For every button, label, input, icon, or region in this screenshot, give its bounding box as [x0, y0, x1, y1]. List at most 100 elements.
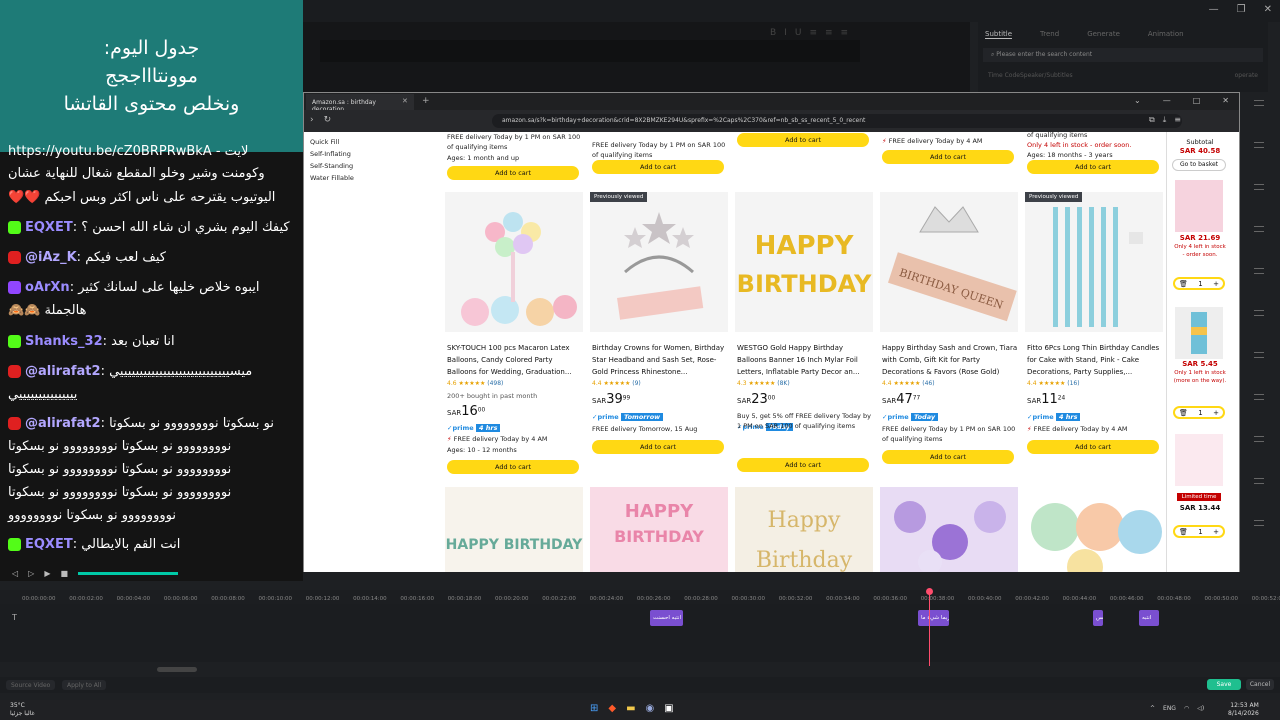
menu-icon[interactable]	[1254, 142, 1264, 148]
chevron-up-icon[interactable]: ^	[1150, 705, 1155, 712]
maximize-icon[interactable]: □	[1193, 96, 1201, 105]
product-image[interactable]: HAPPY BIRTHDAY	[735, 192, 873, 332]
underline-icon[interactable]: U	[795, 28, 802, 38]
next-frame-icon[interactable]: ▷	[28, 569, 34, 578]
new-tab-icon[interactable]: +	[422, 96, 430, 106]
subtitle-clip[interactable]: انتبه احسنت	[650, 610, 683, 626]
save-button[interactable]: Save	[1207, 679, 1241, 690]
plus-icon[interactable]: +	[1213, 280, 1219, 288]
product-image[interactable]: Previously viewed	[1025, 192, 1163, 332]
add-to-cart-button[interactable]: Add to cart	[882, 450, 1014, 464]
add-to-cart-button[interactable]: Add to cart	[592, 160, 724, 174]
browser-tab[interactable]: Amazon.sa : birthday decoration	[306, 94, 414, 113]
clock[interactable]: 12:53 AM 8/14/2026	[1228, 702, 1259, 718]
menu-icon[interactable]	[1254, 352, 1264, 358]
minimize-icon[interactable]: —	[1209, 4, 1219, 15]
timeline-scrollbar[interactable]	[157, 667, 197, 672]
italic-icon[interactable]: I	[784, 28, 787, 38]
tab-animation[interactable]: Animation	[1148, 30, 1184, 39]
quantity-stepper[interactable]: 🗑 1 +	[1173, 406, 1225, 419]
product-title[interactable]: Fitto 6Pcs Long Thin Birthday Candles fo…	[1027, 342, 1163, 378]
volume-icon[interactable]: ◁)	[1197, 705, 1204, 712]
trash-icon[interactable]: 🗑	[1179, 280, 1188, 288]
product-title[interactable]: Happy Birthday Sash and Crown, Tiara wit…	[882, 342, 1018, 378]
cart-item-image[interactable]	[1175, 434, 1223, 486]
forward-icon[interactable]: ›	[310, 115, 314, 125]
filter-option[interactable]: Self-Inflating	[310, 148, 354, 160]
app-icon[interactable]: ▣	[664, 703, 673, 714]
product-image[interactable]: HAPPY BIRTHDAY	[445, 487, 583, 572]
cart-item-image[interactable]	[1175, 307, 1223, 359]
language-indicator[interactable]: ENG	[1163, 705, 1176, 712]
add-to-cart-button[interactable]: Add to cart	[882, 150, 1014, 164]
product-title[interactable]: Birthday Crowns for Women, Birthday Star…	[592, 342, 728, 378]
menu-icon[interactable]	[1254, 310, 1264, 316]
play-icon[interactable]: ▶	[44, 569, 50, 578]
close-icon[interactable]: ✕	[1222, 96, 1229, 105]
steam-icon[interactable]: ◉	[646, 703, 655, 714]
brave-icon[interactable]: ◆	[608, 703, 616, 714]
subtitle-clip[interactable]: ربما شيء ما	[918, 610, 949, 626]
stop-icon[interactable]: ■	[60, 569, 68, 578]
volume-slider[interactable]	[78, 572, 178, 575]
menu-icon[interactable]	[1254, 226, 1264, 232]
product-image[interactable]	[880, 487, 1018, 572]
tab-generate[interactable]: Generate	[1087, 30, 1120, 39]
cart-item-image[interactable]	[1175, 180, 1223, 232]
trash-icon[interactable]: 🗑	[1179, 528, 1188, 536]
add-to-cart-button[interactable]: Add to cart	[1027, 440, 1159, 454]
align-center-icon[interactable]: ≡	[825, 28, 833, 38]
align-left-icon[interactable]: ≡	[809, 28, 817, 38]
tab-subtitle[interactable]: Subtitle	[985, 30, 1013, 39]
reload-icon[interactable]: ↻	[324, 115, 332, 125]
windows-start-icon[interactable]: ⊞	[590, 703, 598, 714]
filter-option[interactable]: Quick Fill	[310, 136, 354, 148]
download-icon[interactable]: ⤓	[1163, 115, 1167, 125]
prev-frame-icon[interactable]: ◁	[12, 569, 18, 578]
menu-icon[interactable]: ≡	[1174, 115, 1181, 125]
product-image[interactable]: BIRTHDAY QUEEN	[880, 192, 1018, 332]
tab-trend[interactable]: Trend	[1040, 30, 1059, 39]
menu-icon[interactable]	[1254, 394, 1264, 400]
url-field[interactable]: amazon.sa/s?k=birthday+decoration&crid=8…	[492, 114, 1182, 128]
playhead-handle[interactable]	[926, 588, 933, 595]
add-to-cart-button[interactable]: Add to cart	[447, 460, 579, 474]
weather-widget[interactable]: 35°C غالبا جزئيا	[10, 702, 35, 718]
menu-icon[interactable]	[1254, 478, 1264, 484]
puzzle-icon[interactable]: ⧉	[1149, 115, 1155, 125]
product-image[interactable]	[445, 192, 583, 332]
quantity-stepper[interactable]: 🗑 1 +	[1173, 277, 1225, 290]
menu-icon[interactable]	[1254, 520, 1264, 526]
trash-icon[interactable]: 🗑	[1179, 409, 1188, 417]
maximize-icon[interactable]: ❐	[1237, 4, 1246, 15]
chevron-down-icon[interactable]: ⌄	[1134, 96, 1141, 105]
plus-icon[interactable]: +	[1213, 528, 1219, 536]
add-to-cart-button[interactable]: Add to cart	[592, 440, 724, 454]
menu-icon[interactable]	[1254, 436, 1264, 442]
playhead[interactable]	[929, 590, 930, 666]
close-tab-icon[interactable]: ✕	[402, 97, 408, 105]
filter-option[interactable]: Water Fillable	[310, 172, 354, 184]
menu-icon[interactable]	[1254, 100, 1264, 106]
subtitle-clip[interactable]: بس	[1093, 610, 1103, 626]
add-to-cart-button[interactable]: Add to cart	[737, 133, 869, 147]
add-to-cart-button[interactable]: Add to cart	[447, 166, 579, 180]
product-title[interactable]: SKY-TOUCH 100 pcs Macaron Latex Balloons…	[447, 342, 583, 378]
cancel-button[interactable]: Cancel	[1246, 679, 1274, 690]
filter-option[interactable]: Self-Standing	[310, 160, 354, 172]
menu-icon[interactable]	[1254, 268, 1264, 274]
close-icon[interactable]: ✕	[1264, 4, 1272, 15]
source-video-button[interactable]: Source Video	[6, 680, 56, 690]
subtitle-clip[interactable]: انتبه	[1139, 610, 1159, 626]
bold-icon[interactable]: B	[770, 28, 776, 38]
product-image[interactable]: Happy Birthday	[735, 487, 873, 572]
product-title[interactable]: WESTGO Gold Happy Birthday Balloons Bann…	[737, 342, 873, 378]
wifi-icon[interactable]: ◠	[1184, 705, 1189, 712]
apply-to-all-button[interactable]: Apply to All	[62, 680, 107, 690]
product-image[interactable]	[1025, 487, 1163, 572]
add-to-cart-button[interactable]: Add to cart	[1027, 160, 1159, 174]
add-to-cart-button[interactable]: Add to cart	[737, 458, 869, 472]
go-to-basket-button[interactable]: Go to basket	[1172, 159, 1226, 171]
product-image[interactable]: Previously viewed	[590, 192, 728, 332]
plus-icon[interactable]: +	[1213, 409, 1219, 417]
